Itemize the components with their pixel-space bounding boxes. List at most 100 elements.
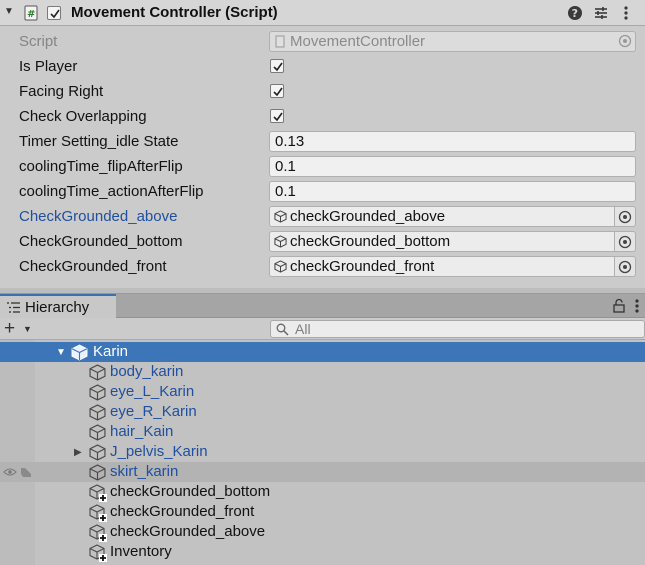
chevron-down-icon[interactable]: ▼	[23, 324, 32, 334]
add-object-button[interactable]: +	[4, 319, 15, 338]
property-label: coolingTime_actionAfterFlip	[19, 183, 204, 200]
cooling-flip-input[interactable]: 0.1	[269, 156, 636, 177]
component-header[interactable]: ▼ # Movement Controller (Script) ?	[0, 0, 645, 26]
kebab-menu-icon[interactable]	[633, 298, 641, 314]
object-picker-icon	[618, 210, 632, 224]
tree-row-karin[interactable]: ▼ Karin	[0, 342, 645, 362]
object-picker-button[interactable]	[615, 231, 636, 252]
cube-icon	[89, 364, 106, 381]
lock-icon[interactable]	[612, 298, 626, 313]
tree-row-body-karin[interactable]: body_karin	[0, 362, 645, 382]
property-label: Script	[19, 33, 58, 50]
tree-item-label: checkGrounded_bottom	[110, 483, 271, 500]
tree-row-eye-l-karin[interactable]: eye_L_Karin	[0, 382, 645, 402]
facing-right-checkbox[interactable]	[270, 84, 284, 98]
presets-icon[interactable]	[592, 4, 610, 22]
cube-icon	[274, 235, 287, 248]
search-placeholder: All	[295, 321, 311, 337]
inspector-panel: ▼ # Movement Controller (Script) ? Scrip…	[0, 0, 645, 290]
property-facing-right: Facing Right	[0, 79, 645, 104]
tree-item-label: Inventory	[110, 543, 172, 560]
script-object-field: MovementController	[269, 31, 636, 52]
tree-row-inventory[interactable]: Inventory	[0, 542, 645, 562]
component-enabled-checkbox[interactable]	[47, 6, 61, 20]
property-checkgrounded-bottom: CheckGrounded_bottom checkGrounded_botto…	[0, 229, 645, 254]
svg-text:#: #	[27, 9, 35, 20]
kebab-menu-icon[interactable]	[617, 4, 635, 22]
tree-item-label: checkGrounded_front	[110, 503, 255, 520]
object-picker-icon	[618, 34, 632, 48]
svg-text:?: ?	[572, 7, 578, 20]
script-file-icon	[275, 35, 285, 48]
property-checkgrounded-above: CheckGrounded_above checkGrounded_above	[0, 204, 645, 229]
hierarchy-panel: Hierarchy + ▼ All ▼ Karin body_karin eye…	[0, 294, 645, 565]
property-label: Facing Right	[19, 83, 104, 100]
cube-added-icon	[89, 484, 107, 502]
cube-icon	[89, 464, 106, 481]
tree-row-checkgrounded-bottom[interactable]: checkGrounded_bottom	[0, 482, 645, 502]
checkgrounded-front-field[interactable]: checkGrounded_front	[269, 256, 615, 277]
object-picker-icon	[618, 260, 632, 274]
hierarchy-search-input[interactable]: All	[270, 320, 645, 338]
hierarchy-tree: ▼ Karin body_karin eye_L_Karin eye_R_Kar…	[0, 340, 645, 565]
tree-row-checkgrounded-front[interactable]: checkGrounded_front	[0, 502, 645, 522]
cube-icon	[274, 260, 287, 273]
cube-icon	[89, 404, 106, 421]
tree-row-j-pelvis-karin[interactable]: ▶ J_pelvis_Karin	[0, 442, 645, 462]
prefab-cube-icon	[71, 344, 88, 361]
property-checkgrounded-front: CheckGrounded_front checkGrounded_front	[0, 254, 645, 279]
hierarchy-tab-bar: Hierarchy	[0, 294, 645, 318]
tree-item-label: eye_R_Karin	[110, 403, 197, 420]
tree-item-label: eye_L_Karin	[110, 383, 195, 400]
tree-row-checkgrounded-above[interactable]: checkGrounded_above	[0, 522, 645, 542]
expand-arrow-icon[interactable]: ▼	[56, 347, 66, 358]
property-check-overlapping: Check Overlapping	[0, 104, 645, 129]
expand-arrow-icon[interactable]: ▶	[74, 447, 82, 458]
visibility-eye-icon[interactable]	[3, 465, 33, 479]
tree-item-label: J_pelvis_Karin	[110, 443, 208, 460]
foldout-arrow-icon[interactable]: ▼	[4, 6, 14, 17]
script-icon: #	[22, 4, 40, 22]
object-picker-button[interactable]	[615, 256, 636, 277]
tab-hierarchy[interactable]: Hierarchy	[0, 294, 116, 318]
property-script: Script MovementController	[0, 29, 645, 54]
tree-item-label: body_karin	[110, 363, 184, 380]
property-cooling-action: coolingTime_actionAfterFlip 0.1	[0, 179, 645, 204]
tree-item-label: Karin	[93, 343, 129, 360]
check-overlapping-checkbox[interactable]	[270, 109, 284, 123]
cube-added-icon	[89, 544, 107, 562]
help-icon[interactable]: ?	[566, 4, 584, 22]
property-label: Timer Setting_idle State	[19, 133, 179, 150]
object-field-value: checkGrounded_front	[290, 258, 435, 275]
checkgrounded-bottom-field[interactable]: checkGrounded_bottom	[269, 231, 615, 252]
timer-setting-input[interactable]: 0.13	[269, 131, 636, 152]
tree-row-skirt-karin[interactable]: skirt_karin	[0, 462, 645, 482]
tree-item-label: hair_Kain	[110, 423, 174, 440]
property-label: CheckGrounded_bottom	[19, 233, 183, 250]
cube-added-icon	[89, 504, 107, 522]
object-field-value: checkGrounded_above	[290, 208, 446, 225]
cube-icon	[89, 444, 106, 461]
property-label: coolingTime_flipAfterFlip	[19, 158, 183, 175]
tree-row-hair-kain[interactable]: hair_Kain	[0, 422, 645, 442]
property-cooling-flip: coolingTime_flipAfterFlip 0.1	[0, 154, 645, 179]
property-label: Is Player	[19, 58, 78, 75]
search-icon	[276, 323, 289, 336]
property-label: CheckGrounded_front	[19, 258, 167, 275]
property-is-player: Is Player	[0, 54, 645, 79]
checkgrounded-above-field[interactable]: checkGrounded_above	[269, 206, 615, 227]
tree-row-eye-r-karin[interactable]: eye_R_Karin	[0, 402, 645, 422]
tree-item-label: skirt_karin	[110, 463, 179, 480]
object-picker-icon	[618, 235, 632, 249]
is-player-checkbox[interactable]	[270, 59, 284, 73]
cube-icon	[274, 210, 287, 223]
cube-icon	[89, 384, 106, 401]
cube-added-icon	[89, 524, 107, 542]
property-label: CheckGrounded_above	[19, 208, 178, 225]
tab-label: Hierarchy	[25, 299, 90, 316]
cooling-action-input[interactable]: 0.1	[269, 181, 636, 202]
list-icon	[7, 302, 20, 313]
object-field-value: checkGrounded_bottom	[290, 233, 451, 250]
object-picker-button[interactable]	[615, 206, 636, 227]
property-label: Check Overlapping	[19, 108, 147, 125]
